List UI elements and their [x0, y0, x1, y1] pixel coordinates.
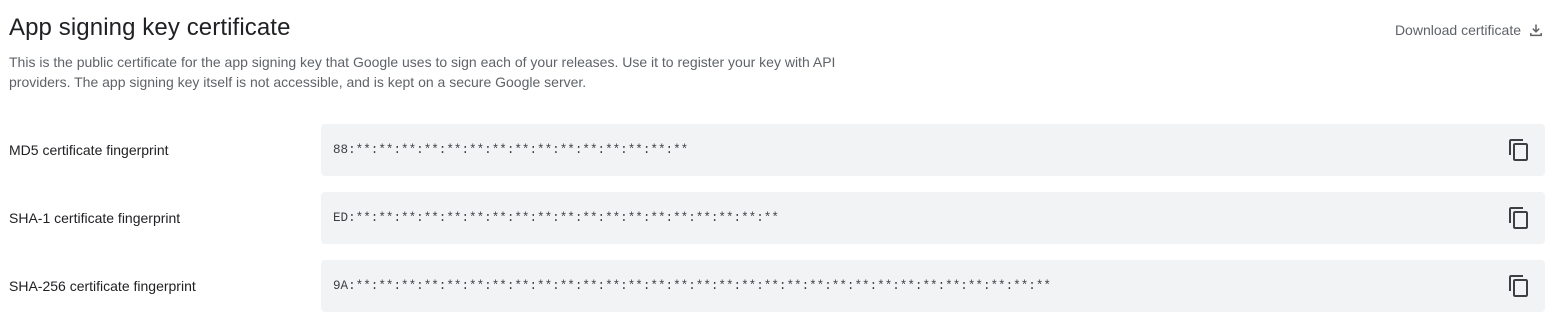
download-certificate-button[interactable]: Download certificate — [1395, 22, 1543, 38]
fingerprint-row-sha256: SHA-256 certificate fingerprint 9A:**:**… — [0, 260, 1563, 312]
copy-icon — [1507, 138, 1531, 162]
sha1-fingerprint-field: ED:**:**:**:**:**:**:**:**:**:**:**:**:*… — [321, 192, 1545, 244]
fingerprint-row-md5: MD5 certificate fingerprint 88:**:**:**:… — [0, 124, 1563, 176]
md5-fingerprint-label: MD5 certificate fingerprint — [9, 142, 169, 158]
copy-md5-button[interactable] — [1507, 138, 1531, 162]
app-signing-key-certificate-section: App signing key certificate This is the … — [0, 0, 1563, 332]
download-icon — [1529, 23, 1543, 37]
sha256-fingerprint-label: SHA-256 certificate fingerprint — [9, 278, 196, 294]
section-title: App signing key certificate — [9, 14, 291, 41]
sha1-fingerprint-value: ED:**:**:**:**:**:**:**:**:**:**:**:**:*… — [333, 211, 779, 225]
download-certificate-label: Download certificate — [1394, 22, 1521, 38]
copy-icon — [1507, 206, 1531, 230]
md5-fingerprint-field: 88:**:**:**:**:**:**:**:**:**:**:**:**:*… — [321, 124, 1545, 176]
sha256-fingerprint-field: 9A:**:**:**:**:**:**:**:**:**:**:**:**:*… — [321, 260, 1545, 312]
copy-icon — [1507, 274, 1531, 298]
md5-fingerprint-value: 88:**:**:**:**:**:**:**:**:**:**:**:**:*… — [333, 143, 689, 157]
copy-sha1-button[interactable] — [1507, 206, 1531, 230]
fingerprint-row-sha1: SHA-1 certificate fingerprint ED:**:**:*… — [0, 192, 1563, 244]
sha256-fingerprint-value: 9A:**:**:**:**:**:**:**:**:**:**:**:**:*… — [333, 279, 1051, 293]
copy-sha256-button[interactable] — [1507, 274, 1531, 298]
sha1-fingerprint-label: SHA-1 certificate fingerprint — [9, 210, 181, 226]
section-description: This is the public certificate for the a… — [9, 54, 836, 90]
